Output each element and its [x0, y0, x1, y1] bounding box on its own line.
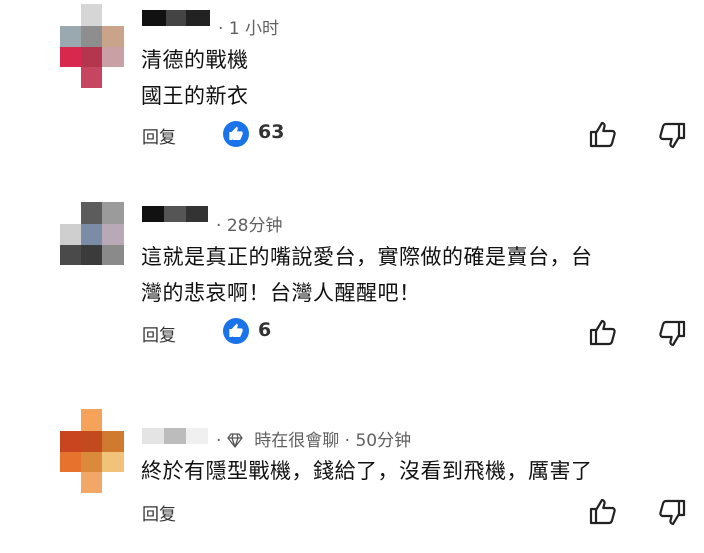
avatar[interactable] — [60, 409, 124, 493]
comment-meta: · 1 小时 — [218, 14, 279, 39]
username-redacted[interactable] — [142, 428, 208, 444]
thumbs-up-icon — [223, 318, 249, 344]
thumbs-down-outline-icon — [657, 122, 687, 155]
thumbs-up-outline-icon — [588, 498, 618, 530]
username-redacted[interactable] — [142, 206, 208, 222]
timestamp[interactable]: 28分钟 — [227, 216, 283, 236]
like-count: 6 — [258, 319, 272, 341]
dislike-button[interactable] — [657, 319, 687, 349]
comment-meta: · 時在很會聊 · 50分钟 — [216, 426, 411, 453]
comment-meta: · 28分钟 — [216, 211, 282, 236]
thumbs-up-outline-icon — [588, 121, 618, 153]
meta-separator: · — [216, 431, 222, 451]
like-button[interactable] — [588, 496, 618, 526]
like-count: 63 — [258, 121, 285, 143]
diamond-icon — [227, 432, 243, 453]
meta-separator: · — [344, 431, 351, 451]
comment-line: 清德的戰機 — [141, 48, 249, 72]
comment-line: 國王的新衣 — [141, 84, 249, 108]
thumbs-up-outline-icon — [588, 319, 618, 351]
timestamp[interactable]: 50分钟 — [355, 431, 411, 451]
dislike-button[interactable] — [657, 498, 687, 528]
like-button[interactable] — [588, 317, 618, 347]
comment-body: 終於有隱型戰機，錢給了，沒看到飛機，厲害了 — [141, 453, 689, 489]
like-button[interactable] — [588, 119, 618, 149]
comment-body: 這就是真正的嘴說愛台，實際做的確是賣台，台 灣的悲哀啊！台灣人醒醒吧！ — [141, 239, 689, 311]
reply-button[interactable]: 回复 — [142, 123, 176, 148]
meta-separator: · — [216, 216, 222, 236]
meta-separator: · — [218, 19, 224, 39]
avatar[interactable] — [60, 202, 124, 286]
dislike-button[interactable] — [657, 121, 687, 151]
timestamp[interactable]: 1 小时 — [229, 19, 279, 39]
comment-body: 清德的戰機 國王的新衣 — [141, 42, 689, 114]
thumbs-down-outline-icon — [657, 320, 687, 353]
reply-button[interactable]: 回复 — [142, 500, 176, 525]
reply-button[interactable]: 回复 — [142, 321, 176, 346]
username[interactable]: 時在很會聊 — [254, 431, 339, 451]
username-redacted[interactable] — [142, 10, 210, 26]
thumbs-down-outline-icon — [657, 499, 687, 532]
comment-line: 終於有隱型戰機，錢給了，沒看到飛機，厲害了 — [141, 459, 593, 483]
comment-line: 這就是真正的嘴說愛台，實際做的確是賣台，台 — [141, 245, 593, 269]
avatar[interactable] — [60, 4, 124, 88]
comment-line: 灣的悲哀啊！台灣人醒醒吧！ — [141, 281, 421, 305]
thumbs-up-icon — [223, 121, 249, 147]
